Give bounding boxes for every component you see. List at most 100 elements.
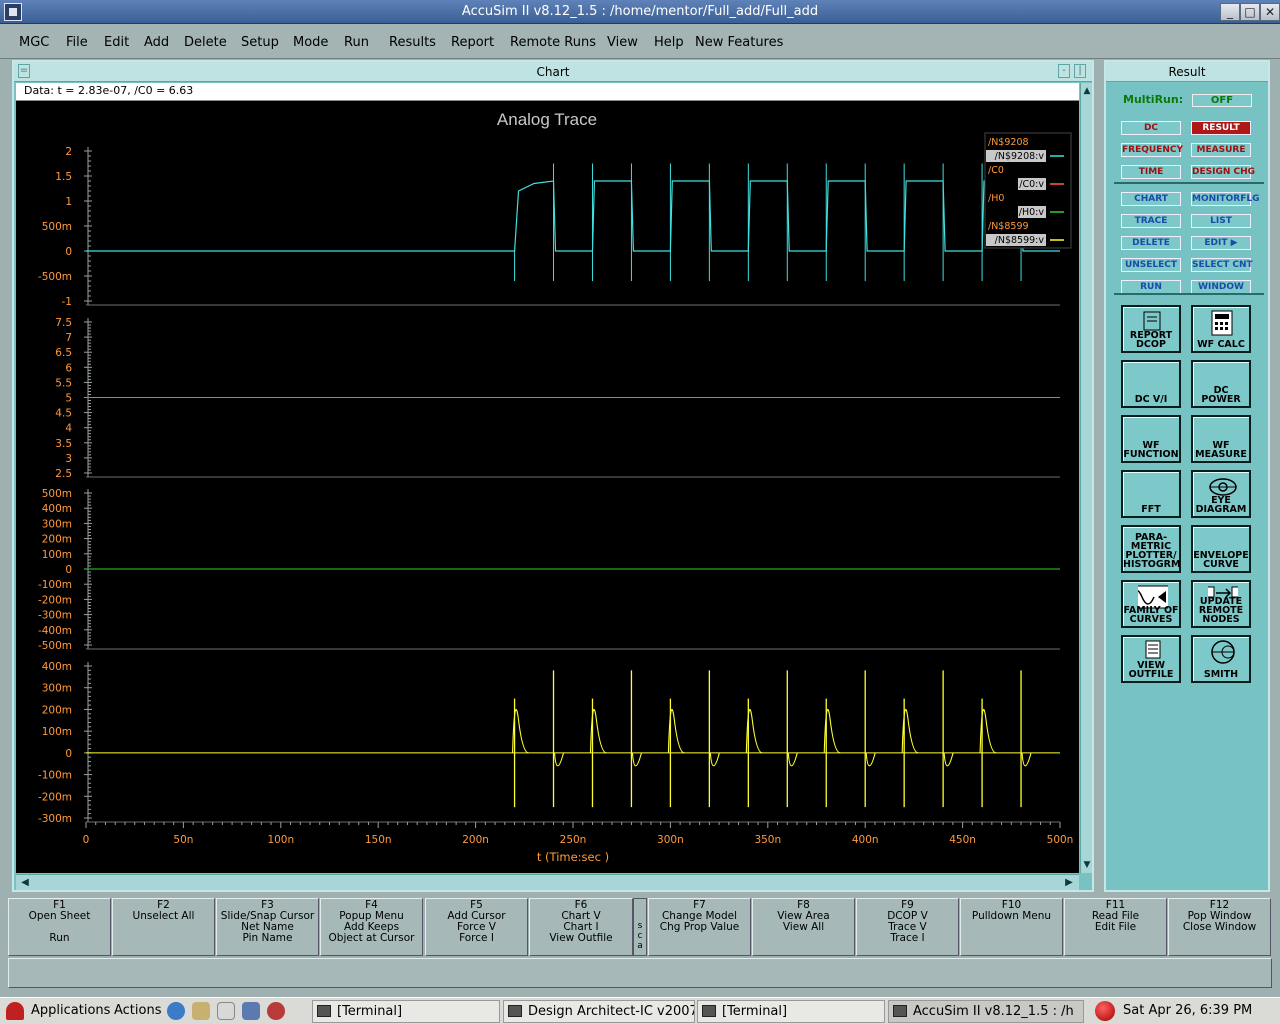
menu-help[interactable]: Help <box>654 35 684 50</box>
fkey-f12[interactable]: F12 Pop Window Close Window <box>1168 898 1271 956</box>
app-window-icon <box>893 1005 907 1017</box>
horizontal-scrollbar[interactable]: ◀ ▶ <box>16 874 1079 890</box>
menu-edit[interactable]: Edit <box>104 35 129 50</box>
menu-delete[interactable]: Delete <box>184 35 227 50</box>
menu-mgc[interactable]: MGC <box>19 35 49 50</box>
redhat-icon[interactable] <box>6 1002 24 1020</box>
mail-icon[interactable] <box>192 1002 210 1020</box>
menu-add[interactable]: Add <box>144 35 169 50</box>
tool-update-remote-nodes-button[interactable]: UPDATE REMOTE NODES <box>1191 580 1251 628</box>
impress-icon[interactable] <box>242 1002 260 1020</box>
tool-wf-function-button[interactable]: WF FUNCTION <box>1121 415 1181 463</box>
menu-view[interactable]: View <box>607 35 638 50</box>
tool-para-metric-plotter-histogrm-button[interactable]: PARA-METRIC PLOTTER/ HISTOGRM <box>1121 525 1181 573</box>
actions-menu[interactable]: Actions <box>114 1003 162 1018</box>
action-btn-unselect[interactable]: UNSELECT <box>1121 258 1181 272</box>
result-btn-dc[interactable]: DC <box>1121 121 1181 135</box>
menu-results[interactable]: Results <box>389 35 436 50</box>
update-alert-icon[interactable] <box>1095 1001 1115 1021</box>
fkey-line: View Outfile <box>549 932 613 944</box>
y-tick-label: -100m <box>38 579 72 591</box>
tool-report-dcop-button[interactable]: REPORT DCOP <box>1121 305 1181 353</box>
expand-window-icon[interactable]: | <box>1074 64 1086 78</box>
fkey-f11[interactable]: F11 Read File Edit File <box>1064 898 1167 956</box>
menu-file[interactable]: File <box>66 35 88 50</box>
clock: Sat Apr 26, 6:39 PM <box>1123 1003 1253 1018</box>
tool-dc-power-button[interactable]: DC POWER <box>1191 360 1251 408</box>
fkey-line <box>1169 933 1270 944</box>
window-menu-icon[interactable]: = <box>18 64 30 78</box>
result-btn-frequency[interactable]: FREQUENCY <box>1121 143 1183 157</box>
legend-entry: /N$8599:v <box>995 235 1045 246</box>
action-btn-trace[interactable]: TRACE <box>1121 214 1181 228</box>
action-btn-window[interactable]: WINDOW <box>1191 280 1251 294</box>
task-terminal-2[interactable]: [Terminal] <box>697 1000 885 1023</box>
action-btn-list[interactable]: LIST <box>1191 214 1251 228</box>
tool-wf-calc-button[interactable]: WF CALC <box>1191 305 1251 353</box>
tool-wf-measure-button[interactable]: WF MEASURE <box>1191 415 1251 463</box>
result-btn-design-chg[interactable]: DESIGN CHG <box>1191 165 1255 179</box>
x-tick-label: 250n <box>560 834 587 846</box>
menu-new-features[interactable]: New Features <box>695 35 783 50</box>
vertical-scrollbar[interactable]: ▲ ▼ <box>1080 83 1092 873</box>
chart-plot-area[interactable]: Analog Trace 2 1.5 1 500m 0 -500m -1 7.5 7 6.5 6 5.5… <box>16 83 1079 873</box>
tool-eye-diagram-button[interactable]: EYE DIAGRAM <box>1191 470 1251 518</box>
close-button[interactable]: ✕ <box>1260 3 1280 21</box>
fkey-f3[interactable]: F3 Slide/Snap Cursor Net Name Pin Name <box>216 898 319 956</box>
menu-mode[interactable]: Mode <box>293 35 328 50</box>
scroll-right-icon[interactable]: ▶ <box>1062 876 1076 889</box>
x-axis-label: t (Time:sec ) <box>537 850 609 864</box>
action-btn-select-cnt[interactable]: SELECT CNT <box>1191 258 1253 272</box>
writer-icon[interactable] <box>217 1002 235 1020</box>
minimize-button[interactable]: _ <box>1220 3 1240 21</box>
multirun-toggle[interactable]: OFF <box>1192 94 1252 107</box>
app-menu-icon[interactable] <box>4 3 22 21</box>
result-btn-time[interactable]: TIME <box>1121 165 1181 179</box>
action-btn-chart[interactable]: CHART <box>1121 192 1181 206</box>
scroll-down-icon[interactable]: ▼ <box>1082 859 1092 871</box>
series-n8599-undershoot <box>553 752 565 767</box>
maximize-button[interactable]: □ <box>1240 3 1260 21</box>
tool-label: WF CALC <box>1197 339 1245 350</box>
tool-label: REPORT DCOP <box>1129 330 1173 350</box>
scroll-up-icon[interactable]: ▲ <box>1082 85 1092 97</box>
menu-run[interactable]: Run <box>344 35 369 50</box>
task-terminal-1[interactable]: [Terminal] <box>312 1000 500 1023</box>
tool-smith-button[interactable]: SMITH <box>1191 635 1251 683</box>
x-tick-label: 150n <box>365 834 392 846</box>
analog-trace-chart[interactable]: Analog Trace 2 1.5 1 500m 0 -500m -1 7.5 7 6.5 6 5.5… <box>16 83 1079 873</box>
fkey-f5[interactable]: F5 Add Cursor Force V Force I <box>425 898 528 956</box>
printer-icon[interactable] <box>267 1002 285 1020</box>
action-btn-monitorflg[interactable]: MONITORFLG <box>1191 192 1259 206</box>
tool-envelope-curve-button[interactable]: ENVELOPE CURVE <box>1191 525 1251 573</box>
restore-window-icon[interactable]: - <box>1058 64 1070 78</box>
applications-menu[interactable]: Applications <box>31 1003 110 1018</box>
task-design-architect[interactable]: Design Architect-IC v2007.1_ <box>503 1000 695 1023</box>
result-btn-result[interactable]: RESULT <box>1191 121 1251 135</box>
tool-view-outfile-button[interactable]: VIEW OUTFILE <box>1121 635 1181 683</box>
fkey-f1[interactable]: F1 Open Sheet Run <box>8 898 111 956</box>
menu-report[interactable]: Report <box>451 35 494 50</box>
tool-fft-button[interactable]: FFT <box>1121 470 1181 518</box>
action-btn-run[interactable]: RUN <box>1121 280 1181 294</box>
menu-setup[interactable]: Setup <box>241 35 279 50</box>
result-btn-measure[interactable]: MEASURE <box>1191 143 1251 157</box>
menu-remote-runs[interactable]: Remote Runs <box>510 35 596 50</box>
fkey-f4[interactable]: F4 Popup Menu Add Keeps Object at Cursor <box>320 898 423 956</box>
fkey-f2[interactable]: F2 Unselect All <box>112 898 215 956</box>
tool-dc-v-i-button[interactable]: DC V/I <box>1121 360 1181 408</box>
scroll-left-icon[interactable]: ◀ <box>18 876 32 889</box>
fkey-f6[interactable]: F6 Chart V Chart I View Outfile <box>529 898 633 956</box>
x-tick-label: 350n <box>754 834 781 846</box>
fkey-f10[interactable]: F10 Pulldown Menu <box>960 898 1063 956</box>
tool-family-of-curves-button[interactable]: FAMILY OF CURVES <box>1121 580 1181 628</box>
action-btn-edit[interactable]: EDIT ▶ <box>1191 236 1251 250</box>
fkey-f7[interactable]: F7 Change Model Chg Prop Value <box>648 898 751 956</box>
fkey-f8[interactable]: F8 View Area View All <box>752 898 855 956</box>
action-btn-delete[interactable]: DELETE <box>1121 236 1181 250</box>
tool-label: DC POWER <box>1201 385 1241 405</box>
task-accusim[interactable]: AccuSim II v8.12_1.5 : /h <box>888 1000 1084 1023</box>
fkey-f9[interactable]: F9 DCOP V Trace V Trace I <box>856 898 959 956</box>
y-tick-label: 0 <box>65 246 72 258</box>
browser-icon[interactable] <box>167 1002 185 1020</box>
